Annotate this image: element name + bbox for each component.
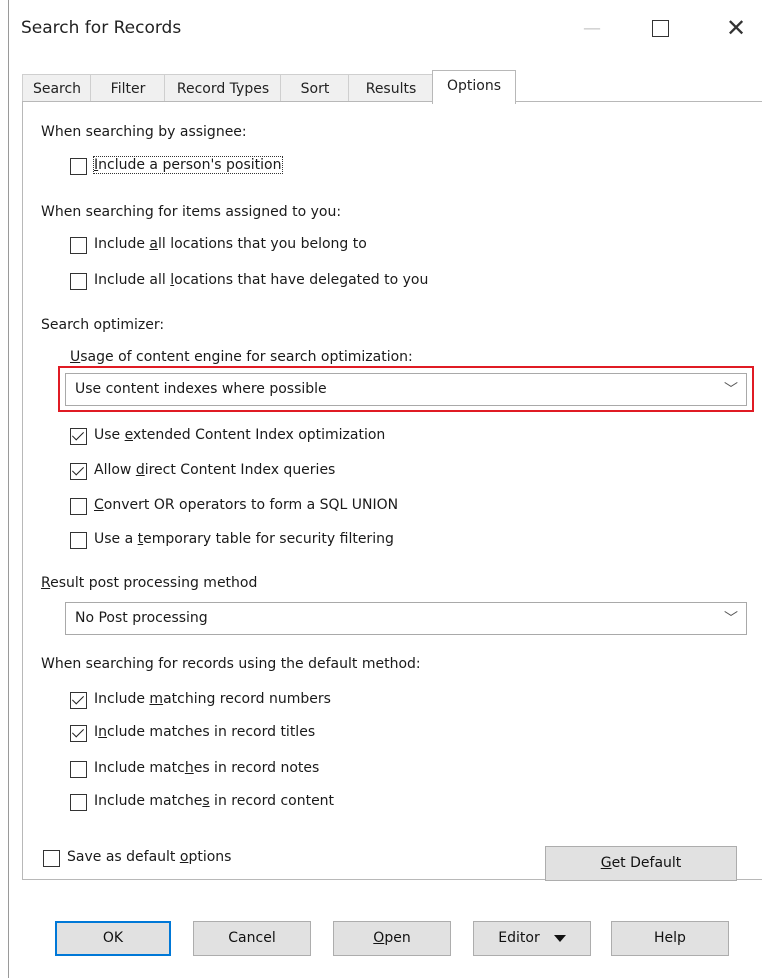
- extended-optimization-checkbox[interactable]: [70, 428, 87, 445]
- title-bar: Search for Records — ✕: [9, 0, 762, 60]
- label-accel: m: [149, 691, 164, 707]
- label-part: atching record numbers: [163, 691, 331, 707]
- assigned-heading: When searching for items assigned to you…: [41, 204, 342, 220]
- window-title: Search for Records: [21, 18, 182, 38]
- label-part: pen: [384, 930, 411, 946]
- include-position-label[interactable]: Include a person's position: [93, 156, 283, 174]
- label-part: clude matches in record titles: [107, 724, 316, 740]
- record-numbers-checkbox[interactable]: [70, 692, 87, 709]
- tab-options[interactable]: Options: [432, 70, 516, 104]
- tab-filter[interactable]: Filter: [90, 74, 166, 103]
- label-accel: C: [94, 497, 104, 513]
- direct-queries-label[interactable]: Allow direct Content Index queries: [94, 462, 335, 478]
- label-accel: a: [149, 236, 159, 252]
- all-locations-checkbox[interactable]: [70, 237, 87, 254]
- label-part: xtended Content Index optimization: [132, 427, 386, 443]
- label-part: ptions: [188, 849, 232, 865]
- label-part: emporary table for security filtering: [143, 531, 394, 547]
- record-content-checkbox[interactable]: [70, 794, 87, 811]
- get-default-button[interactable]: Get Default: [545, 846, 737, 881]
- editor-button[interactable]: Editor: [473, 921, 591, 956]
- record-numbers-label[interactable]: Include matching record numbers: [94, 691, 331, 707]
- label-part: esult post processing method: [50, 575, 258, 591]
- record-notes-checkbox[interactable]: [70, 761, 87, 778]
- post-processing-select-value: No Post processing: [75, 610, 208, 626]
- label-part: Allow: [94, 462, 136, 478]
- label-accel: n: [98, 724, 108, 740]
- label-accel: d: [135, 462, 145, 478]
- tab-sort[interactable]: Sort: [280, 74, 350, 103]
- tab-results[interactable]: Results: [348, 74, 434, 103]
- label-accel: G: [600, 855, 612, 871]
- label-part: Use a: [94, 531, 138, 547]
- extended-optimization-label[interactable]: Use extended Content Index optimization: [94, 427, 385, 443]
- label-part: Include: [94, 691, 150, 707]
- label-part: Save as default: [67, 849, 180, 865]
- save-default-checkbox[interactable]: [43, 850, 60, 867]
- label-accel: s: [202, 793, 210, 809]
- open-button[interactable]: Open: [333, 921, 451, 956]
- label-accel: R: [41, 575, 51, 591]
- label-part: ocations that have delegated to you: [174, 272, 429, 288]
- delegated-locations-label[interactable]: Include all locations that have delegate…: [94, 272, 428, 288]
- tab-search[interactable]: Search: [22, 74, 92, 103]
- record-notes-label[interactable]: Include matches in record notes: [94, 760, 319, 776]
- include-position-checkbox[interactable]: [70, 158, 87, 175]
- label-part: Include matc: [94, 760, 185, 776]
- label-part: ll locations that you belong to: [158, 236, 367, 252]
- maximize-icon[interactable]: [637, 8, 683, 48]
- highlight-box: [58, 366, 754, 412]
- cancel-button[interactable]: Cancel: [193, 921, 311, 956]
- save-default-label[interactable]: Save as default options: [67, 849, 231, 865]
- record-content-label[interactable]: Include matches in record content: [94, 793, 334, 809]
- tab-record-types[interactable]: Record Types: [164, 74, 282, 103]
- direct-queries-checkbox[interactable]: [70, 463, 87, 480]
- label-accel: e: [124, 427, 133, 443]
- help-button[interactable]: Help: [611, 921, 729, 956]
- label-part: Include matche: [94, 793, 203, 809]
- close-icon[interactable]: ✕: [713, 8, 759, 48]
- label-part: Use: [94, 427, 125, 443]
- label-accel: U: [70, 349, 81, 365]
- label-part: irect Content Index queries: [144, 462, 336, 478]
- temp-table-label[interactable]: Use a temporary table for security filte…: [94, 531, 394, 547]
- label-accel: h: [184, 760, 194, 776]
- delegated-locations-checkbox[interactable]: [70, 273, 87, 290]
- all-locations-label[interactable]: Include all locations that you belong to: [94, 236, 367, 252]
- label-part: es in record notes: [193, 760, 320, 776]
- dropdown-arrow-icon: [553, 934, 566, 942]
- post-processing-select[interactable]: No Post processing ﹀: [65, 602, 747, 635]
- chevron-down-icon: ﹀: [724, 611, 738, 627]
- default-method-heading: When searching for records using the def…: [41, 656, 421, 672]
- editor-label: Editor: [498, 930, 540, 946]
- temp-table-checkbox[interactable]: [70, 532, 87, 549]
- label-accel: O: [373, 930, 385, 946]
- label-part: sage of content engine for search optimi…: [80, 349, 413, 365]
- record-titles-label[interactable]: Include matches in record titles: [94, 724, 315, 740]
- label-part: Include all: [94, 272, 171, 288]
- record-titles-checkbox[interactable]: [70, 725, 87, 742]
- label-part: onvert OR operators to form a SQL UNION: [103, 497, 399, 513]
- label-part: et Default: [611, 855, 682, 871]
- label-part: in record content: [209, 793, 335, 809]
- assignee-heading: When searching by assignee:: [41, 124, 247, 140]
- sql-union-label[interactable]: Convert OR operators to form a SQL UNION: [94, 497, 398, 513]
- label-part: Include: [94, 236, 150, 252]
- sql-union-checkbox[interactable]: [70, 498, 87, 515]
- search-for-records-dialog: Search for Records — ✕ Search Filter Rec…: [8, 0, 762, 978]
- ok-button[interactable]: OK: [55, 921, 171, 956]
- options-panel: When searching by assignee: Include a pe…: [22, 101, 762, 881]
- usage-label: Usage of content engine for search optim…: [70, 349, 413, 365]
- minimize-icon[interactable]: —: [569, 8, 615, 48]
- post-processing-label: Result post processing method: [41, 575, 257, 591]
- optimizer-heading: Search optimizer:: [41, 317, 165, 333]
